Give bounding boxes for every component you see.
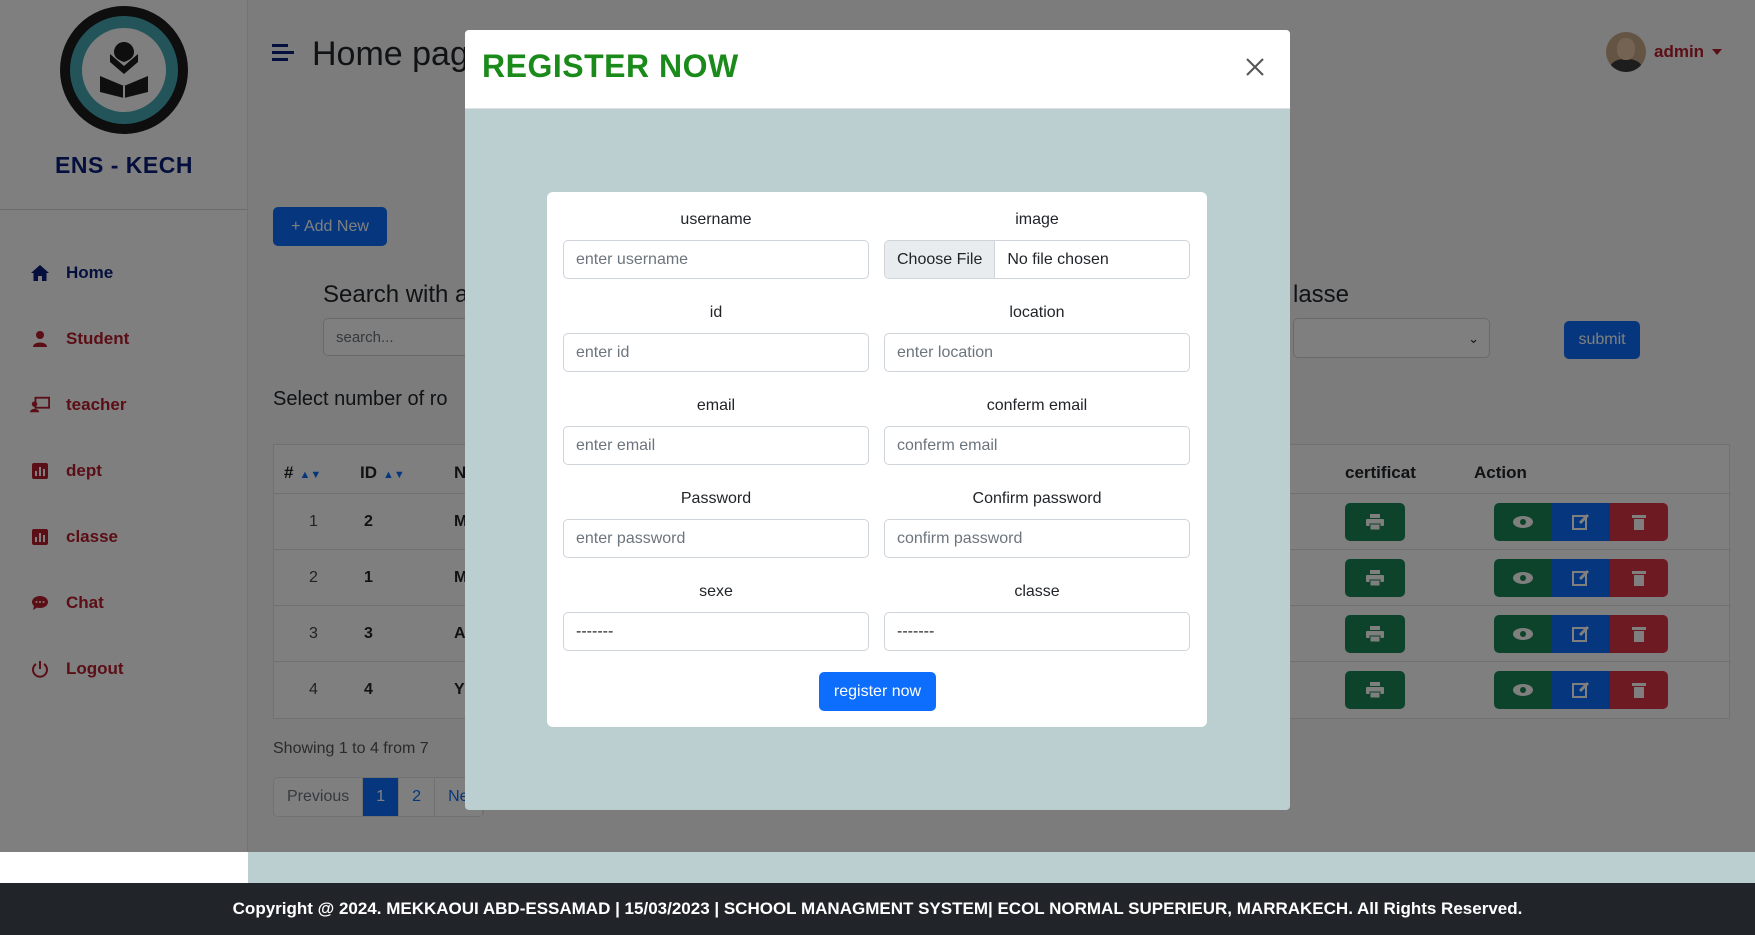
file-status: No file chosen (1007, 250, 1109, 268)
sexe-group: sexe ------- (563, 580, 869, 651)
id-label: id (709, 304, 723, 321)
register-now-button[interactable]: register now (819, 672, 936, 711)
register-form: username enter username image Choose Fil… (547, 192, 1207, 727)
close-icon (1246, 58, 1264, 76)
id-group: id enter id (563, 301, 869, 372)
id-input[interactable]: enter id (563, 333, 869, 372)
username-label: username (680, 211, 752, 228)
confirm-password-group: Confirm password confirm password (884, 487, 1190, 558)
image-label: image (1015, 211, 1059, 228)
email-label: email (696, 397, 736, 414)
modal-header: REGISTER NOW (465, 30, 1290, 109)
modal-title: REGISTER NOW (482, 48, 739, 84)
classe-form-select[interactable]: ------- (884, 612, 1190, 651)
choose-file-button[interactable]: Choose File (885, 241, 996, 278)
sexe-select[interactable]: ------- (563, 612, 869, 651)
location-label: location (1009, 304, 1065, 321)
confirm-password-input[interactable]: confirm password (884, 519, 1190, 558)
email-group: email enter email (563, 394, 869, 465)
sexe-label: sexe (699, 583, 733, 600)
sidebar-bottom-strip (0, 852, 248, 883)
footer: Copyright @ 2024. MEKKAOUI ABD-ESSAMAD |… (0, 883, 1755, 935)
image-group: image Choose File No file chosen (884, 208, 1190, 279)
password-label: Password (680, 490, 752, 507)
conferm-email-group: conferm email conferm email (884, 394, 1190, 465)
conferm-email-label: conferm email (986, 397, 1088, 414)
password-group: Password enter password (563, 487, 869, 558)
classe-label: classe (1014, 583, 1060, 600)
email-input[interactable]: enter email (563, 426, 869, 465)
location-input[interactable]: enter location (884, 333, 1190, 372)
conferm-email-input[interactable]: conferm email (884, 426, 1190, 465)
image-file-input[interactable]: Choose File No file chosen (884, 240, 1190, 279)
username-input[interactable]: enter username (563, 240, 869, 279)
close-button[interactable] (1240, 52, 1270, 82)
register-modal: REGISTER NOW username enter username ima… (465, 30, 1290, 810)
password-input[interactable]: enter password (563, 519, 869, 558)
username-group: username enter username (563, 208, 869, 279)
confirm-password-label: Confirm password (972, 490, 1102, 507)
classe-group: classe ------- (884, 580, 1190, 651)
location-group: location enter location (884, 301, 1190, 372)
